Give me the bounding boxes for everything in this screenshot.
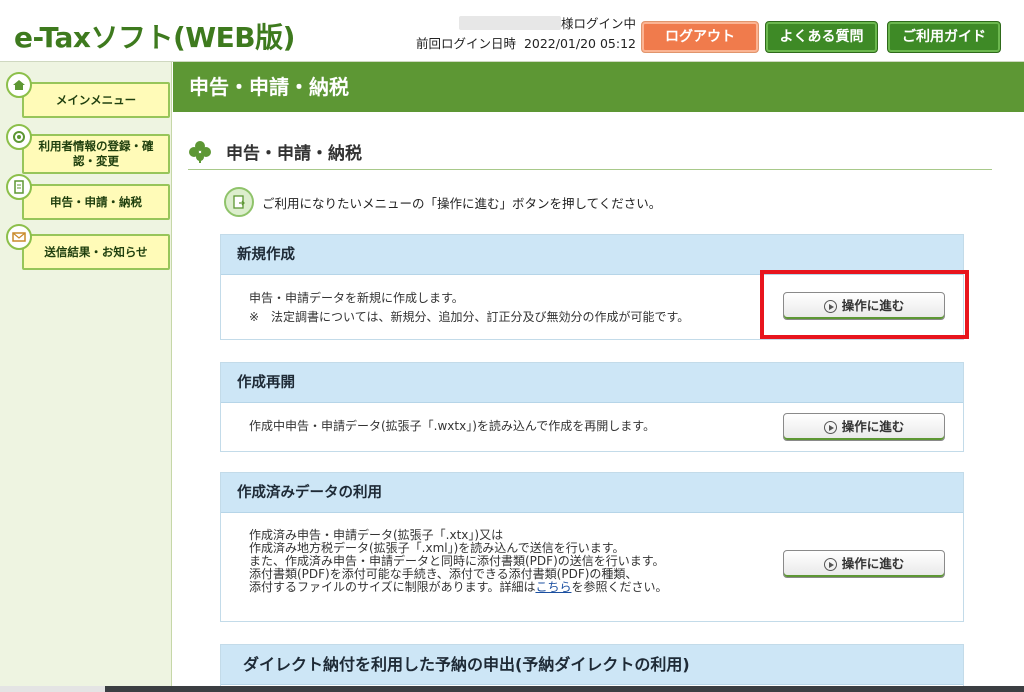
user-settings-icon <box>6 124 32 150</box>
taskbar-edge <box>105 686 1024 692</box>
instruction: ご利用になりたいメニューの「操作に進む」ボタンを押してください。 <box>224 186 661 218</box>
sidebar-item-label: メインメニュー <box>22 82 170 118</box>
page-title-bar: 申告・申請・納税 <box>173 62 1024 112</box>
logout-button[interactable]: ログアウト <box>641 21 759 53</box>
section-title-text: 申告・申請・納税 <box>226 144 362 164</box>
faq-button[interactable]: よくある質問 <box>765 21 878 53</box>
panel-description: 作成済み申告・申請データ(拡張子「.xtx」)又は 作成済み地方税データ(拡張子… <box>249 529 667 594</box>
user-name-masked <box>458 16 561 30</box>
panel-line-prefix: 添付するファイルのサイズに制限があります。詳細は <box>249 580 536 594</box>
panel-direct-prepayment: ダイレクト納付を利用した予納の申出(予納ダイレクトの利用) <box>220 644 964 692</box>
panel-title: ダイレクト納付を利用した予納の申出(予納ダイレクトの利用) <box>221 645 963 685</box>
panel-title: 作成済みデータの利用 <box>221 473 963 513</box>
document-icon <box>6 174 32 200</box>
panel-line-suffix: を参照ください。 <box>571 580 668 594</box>
etax-logo: e-Taxソフト(WEB版) <box>14 21 295 54</box>
proceed-button-use-created[interactable]: 操作に進む <box>783 550 945 578</box>
play-circle-icon <box>823 420 837 434</box>
panel-description: 申告・申請データを新規に作成します。 ※ 法定調書については、新規分、追加分、訂… <box>249 291 689 324</box>
panel-description: 作成中申告・申請データ(拡張子「.wxtx」)を読み込んで作成を再開します。 <box>249 419 656 433</box>
window-edge <box>0 686 105 692</box>
login-status: 様ログイン中 前回ログイン日時 2022/01/20 05:12 <box>400 14 636 54</box>
clover-icon <box>189 140 211 163</box>
sidebar-item-label: 送信結果・お知らせ <box>22 234 170 270</box>
panel-body: 作成中申告・申請データ(拡張子「.wxtx」)を読み込んで作成を再開します。 操… <box>221 403 963 451</box>
sidebar-item-label: 利用者情報の登録・確認・変更 <box>22 134 170 174</box>
details-link[interactable]: こちら <box>535 580 571 594</box>
button-label: 操作に進む <box>841 556 905 571</box>
panel-use-created: 作成済みデータの利用 作成済み申告・申請データ(拡張子「.xtx」)又は 作成済… <box>220 472 964 622</box>
section-title: 申告・申請・納税 <box>188 134 992 170</box>
panel-line: 添付するファイルのサイズに制限があります。詳細はこちらを参照ください。 <box>249 581 667 594</box>
document-arrow-icon <box>224 187 254 217</box>
mail-icon <box>6 224 32 250</box>
proceed-button-resume[interactable]: 操作に進む <box>783 413 945 441</box>
panel-title: 新規作成 <box>221 235 963 275</box>
guide-button[interactable]: ご利用ガイド <box>887 21 1001 53</box>
instruction-text: ご利用になりたいメニューの「操作に進む」ボタンを押してください。 <box>262 195 662 211</box>
panel-line: ※ 法定調書については、新規分、追加分、訂正分及び無効分の作成が可能です。 <box>249 310 690 324</box>
play-circle-icon <box>823 557 837 571</box>
last-login-label: 前回ログイン日時 <box>415 36 516 51</box>
app-header: e-Taxソフト(WEB版) 様ログイン中 前回ログイン日時 2022/01/2… <box>0 0 1024 62</box>
button-label: 操作に進む <box>841 419 905 434</box>
highlight-box <box>760 270 969 339</box>
panel-resume: 作成再開 作成中申告・申請データ(拡張子「.wxtx」)を読み込んで作成を再開し… <box>220 362 964 452</box>
login-user-suffix: 様ログイン中 <box>560 16 636 31</box>
panel-line: 申告・申請データを新規に作成します。 <box>249 291 464 305</box>
sidebar: メインメニュー 利用者情報の登録・確認・変更 申告・申請・納税 送信結果・お知ら… <box>0 62 172 692</box>
panel-body: 作成済み申告・申請データ(拡張子「.xtx」)又は 作成済み地方税データ(拡張子… <box>221 513 963 621</box>
panel-title: 作成再開 <box>221 363 963 403</box>
sidebar-item-label: 申告・申請・納税 <box>22 184 170 220</box>
home-icon <box>6 72 32 98</box>
last-login-value: 2022/01/20 05:12 <box>523 36 636 51</box>
